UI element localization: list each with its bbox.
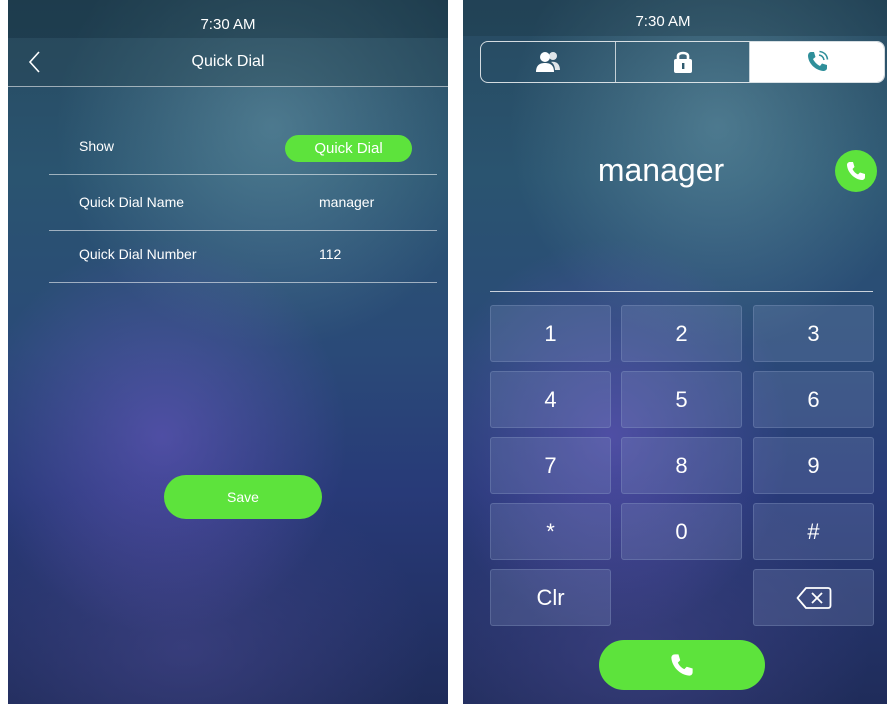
quick-dial-name-label: Quick Dial Name xyxy=(79,194,185,210)
row-quick-dial-name[interactable]: Quick Dial Name manager xyxy=(49,174,437,231)
tab-unlock[interactable] xyxy=(616,42,751,82)
key-6[interactable]: 6 xyxy=(753,371,874,428)
key-9[interactable]: 9 xyxy=(753,437,874,494)
status-time: 7:30 AM xyxy=(200,16,256,33)
quick-dial-number-label: Quick Dial Number xyxy=(79,246,197,262)
lock-icon xyxy=(673,51,692,73)
quick-call-button[interactable] xyxy=(835,150,877,192)
backspace-icon xyxy=(796,586,831,609)
call-button[interactable] xyxy=(599,640,765,690)
key-star[interactable]: * xyxy=(490,503,611,560)
dial-display-name: manager xyxy=(597,152,725,188)
key-0[interactable]: 0 xyxy=(621,503,742,560)
page-title: Quick Dial xyxy=(191,53,265,70)
key-8[interactable]: 8 xyxy=(621,437,742,494)
mode-tab-bar xyxy=(480,41,885,83)
key-backspace[interactable] xyxy=(753,569,874,626)
key-hash[interactable]: # xyxy=(753,503,874,560)
contacts-icon xyxy=(535,52,560,72)
key-3[interactable]: 3 xyxy=(753,305,874,362)
key-7[interactable]: 7 xyxy=(490,437,611,494)
tab-contacts[interactable] xyxy=(481,42,616,82)
quick-dial-number-value[interactable]: 112 xyxy=(319,246,341,262)
key-5[interactable]: 5 xyxy=(621,371,742,428)
key-2[interactable]: 2 xyxy=(621,305,742,362)
nav-bar: Quick Dial xyxy=(8,38,448,87)
display-divider xyxy=(490,291,873,292)
tab-call[interactable] xyxy=(750,42,884,82)
phone-call-icon xyxy=(808,50,829,71)
row-show: Show Quick Dial xyxy=(49,118,437,175)
key-clear[interactable]: Clr xyxy=(490,569,611,626)
row-quick-dial-number[interactable]: Quick Dial Number 112 xyxy=(49,226,437,283)
key-1[interactable]: 1 xyxy=(490,305,611,362)
quick-dial-name-value[interactable]: manager xyxy=(319,194,374,210)
phone-icon xyxy=(671,654,693,676)
status-time: 7:30 AM xyxy=(635,13,691,30)
status-bar: 7:30 AM xyxy=(8,0,448,38)
key-4[interactable]: 4 xyxy=(490,371,611,428)
quick-dial-settings-screen: 7:30 AM Quick Dial Show Quick Dial Quick… xyxy=(8,0,448,704)
show-quick-dial-toggle[interactable]: Quick Dial xyxy=(285,135,412,162)
phone-icon xyxy=(847,162,865,180)
show-label: Show xyxy=(79,138,115,154)
quick-dial-call-screen: 7:30 AM manager 1 2 3 4 5 6 7 8 9 * 0 # … xyxy=(463,0,887,704)
save-button[interactable]: Save xyxy=(164,475,322,519)
status-bar: 7:30 AM xyxy=(463,0,887,36)
